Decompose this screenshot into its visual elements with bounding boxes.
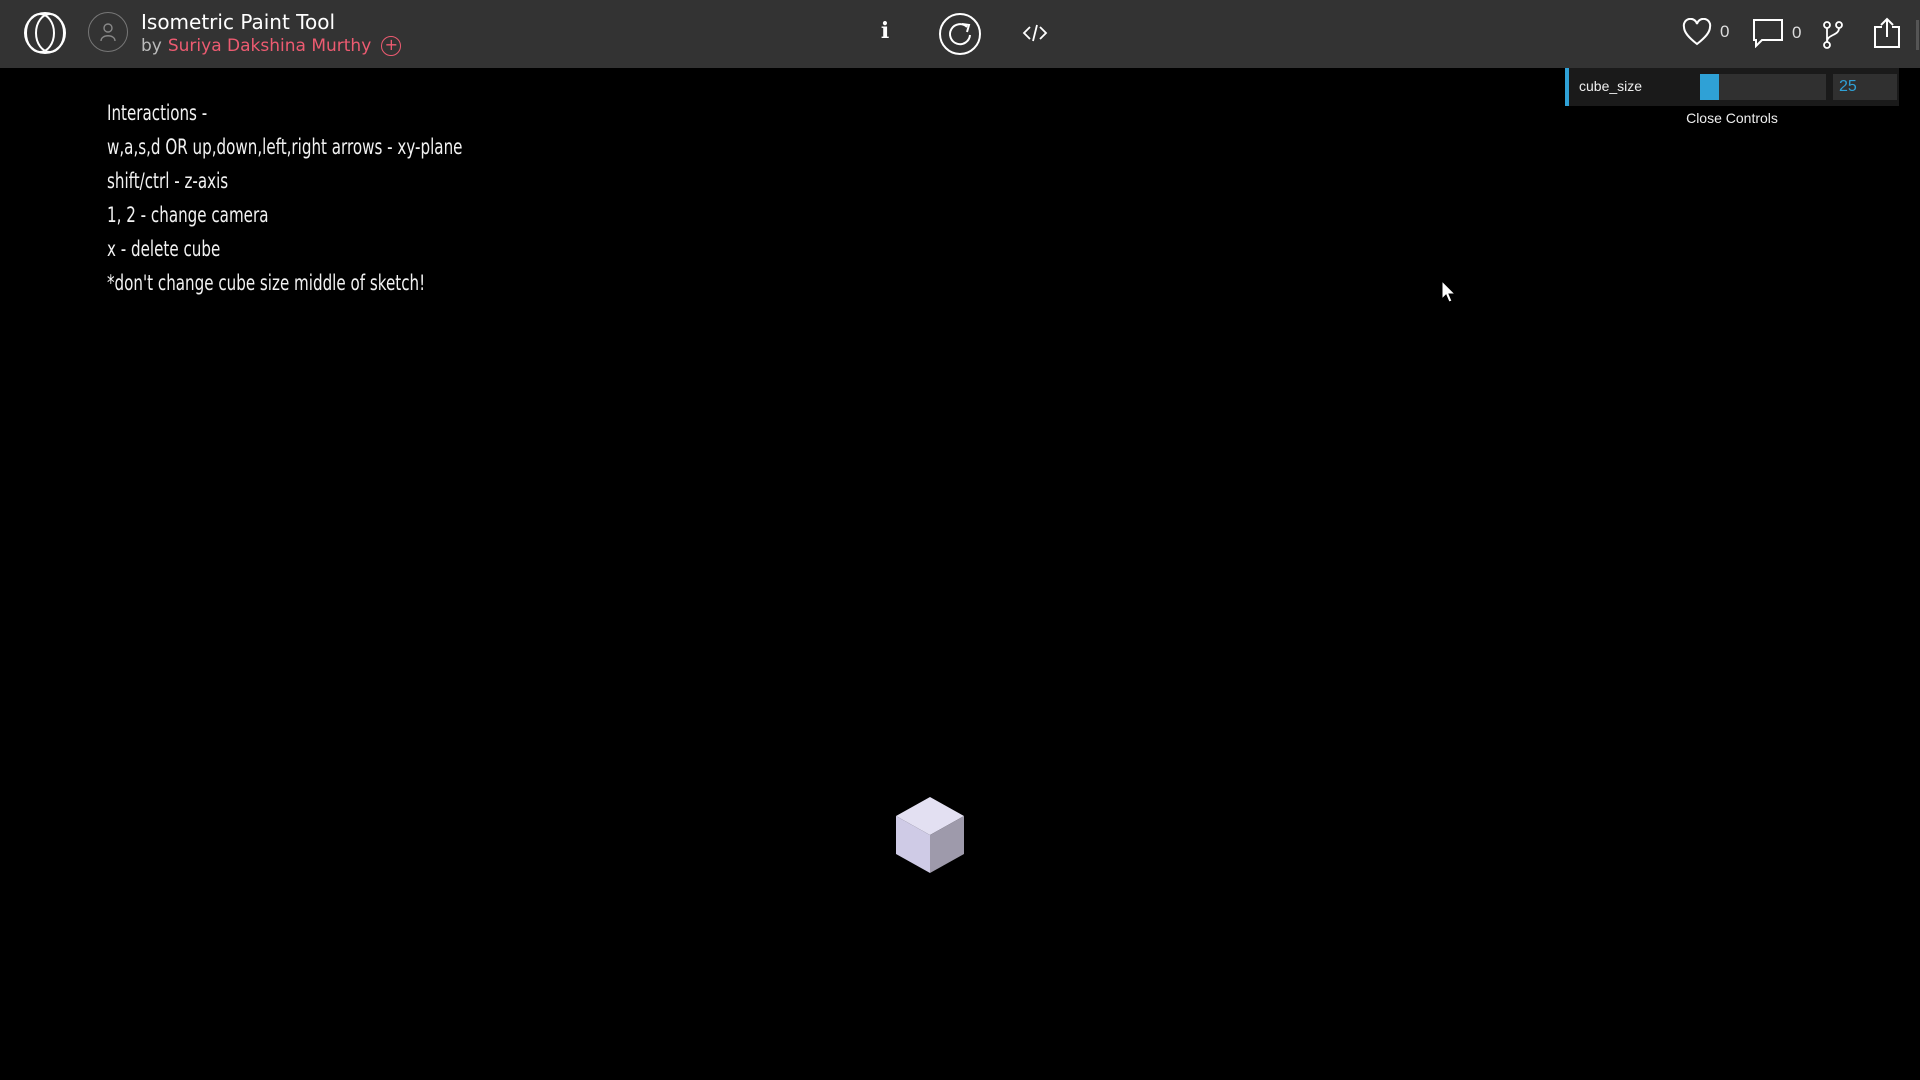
mouse-cursor-icon [1441,279,1457,304]
reload-icon[interactable] [938,12,982,56]
window-edge [1916,20,1919,50]
cube-size-input[interactable]: 25 [1833,74,1897,100]
instruction-line: *don't change cube size middle of sketch… [107,271,426,295]
heart-icon [1682,18,1712,46]
cube-size-control: cube_size 25 [1565,68,1899,106]
byline: by Suriya Dakshina Murthy + [141,36,402,56]
instruction-line: Interactions - [107,101,208,125]
info-icon[interactable]: i [875,18,895,48]
sketch-title: Isometric Paint Tool [141,10,336,34]
author-link[interactable]: Suriya Dakshina Murthy [168,36,371,56]
instruction-line: shift/ctrl - z-axis [107,169,229,193]
instructions-text: Interactions - w,a,s,d OR up,down,left,r… [107,96,539,300]
code-icon[interactable] [1022,20,1048,46]
share-icon[interactable] [1872,17,1902,49]
instruction-line: x - delete cube [107,237,221,261]
instruction-line: w,a,s,d OR up,down,left,right arrows - x… [107,135,463,159]
by-prefix: by [141,36,162,56]
isometric-cube [893,795,967,875]
logo-icon[interactable] [20,10,70,56]
plus-circle-icon[interactable]: + [381,36,402,56]
comments-count: 0 [1792,23,1802,42]
close-controls-button[interactable]: Close Controls [1565,106,1899,130]
instruction-line: 1, 2 - change camera [107,203,269,227]
cube-size-slider[interactable] [1700,74,1826,100]
avatar-icon[interactable] [88,12,128,52]
likes[interactable]: 0 [1682,18,1729,46]
fork-icon[interactable] [1822,20,1844,50]
control-label: cube_size [1579,78,1643,94]
slider-fill [1700,74,1719,100]
comment-icon [1753,19,1783,48]
top-bar: Isometric Paint Tool by Suriya Dakshina … [0,0,1920,68]
comments[interactable]: 0 [1752,18,1801,48]
likes-count: 0 [1720,22,1730,41]
